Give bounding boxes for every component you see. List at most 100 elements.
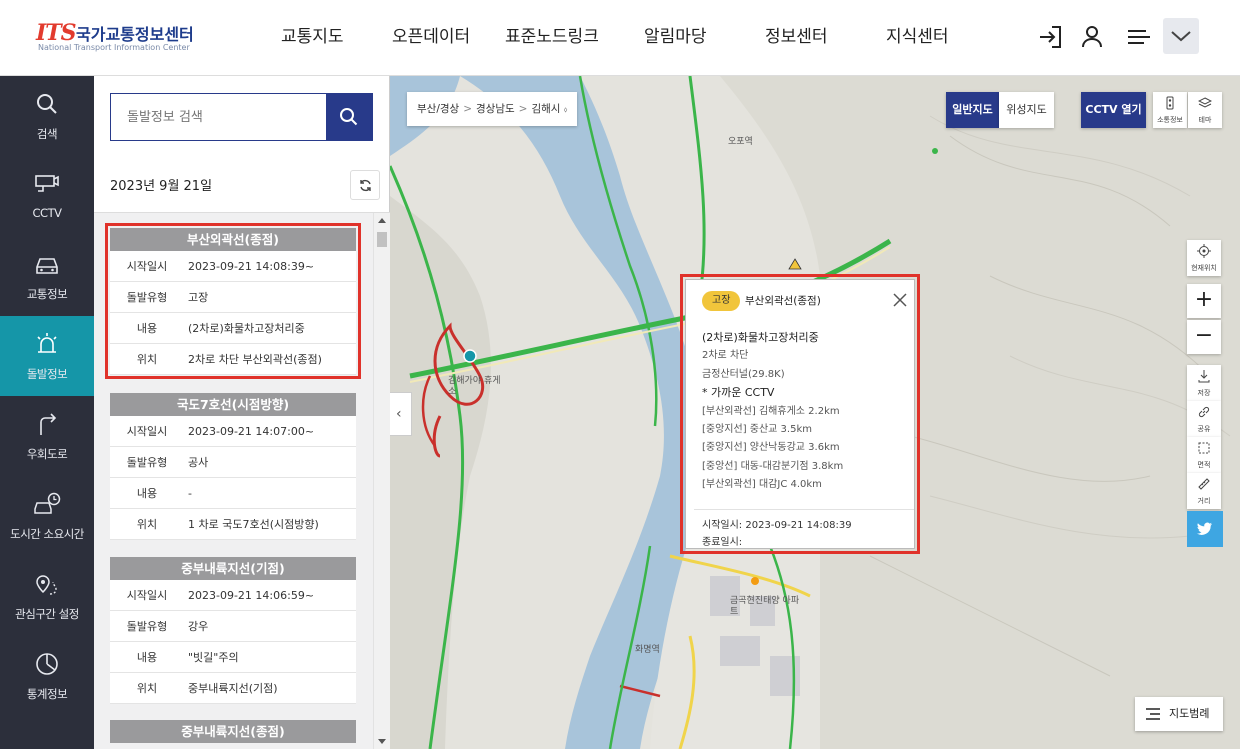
car-icon [36, 258, 58, 274]
row-value: (2차로)화물차고장처리중 [188, 322, 305, 335]
search-icon [37, 94, 57, 114]
row-key: 시작일시 [126, 260, 168, 273]
sidebar-item-label: 돌발정보 [26, 367, 68, 381]
map-type-normal-button[interactable]: 일반지도 [946, 92, 999, 128]
incident-card[interactable]: 국도7호선(시점방향) 시작일시 2023-09-21 14:07:00~ 돌발유… [110, 393, 356, 540]
nav-info-center[interactable]: 정보센터 [765, 22, 828, 47]
search-button[interactable] [326, 93, 373, 141]
traffic-flow-button[interactable]: 소통정보 [1153, 92, 1187, 128]
row-key: 시작일시 [126, 425, 168, 438]
detour-icon [40, 413, 57, 435]
chevron-down-icon[interactable] [1163, 18, 1199, 54]
row-key: 내용 [136, 651, 158, 664]
map-label-station: 화명역 [635, 645, 660, 655]
sidebar-item-incident[interactable]: 돌발정보 [0, 316, 94, 396]
row-value: 2차로 차단 부산외곽선(종점) [188, 353, 322, 366]
cctv-open-button[interactable]: CCTV 열기 [1081, 92, 1146, 128]
siren-icon [37, 333, 57, 353]
scroll-down-arrow[interactable] [378, 739, 386, 744]
map-legend-button[interactable]: 지도범례 [1135, 697, 1223, 731]
row-value: 2023-09-21 14:06:59~ [188, 589, 315, 602]
scrollbar[interactable] [373, 213, 390, 749]
incident-search-input[interactable] [110, 93, 327, 141]
nearby-cctv-link[interactable]: [부산외곽선] 김해휴게소 2.2km [702, 403, 902, 421]
tool-label: 공유 [1197, 425, 1211, 433]
start-time-value: 2023-09-21 14:08:39 [745, 520, 852, 531]
share-button[interactable]: 공유 [1187, 401, 1221, 437]
twitter-icon [1197, 522, 1212, 535]
distance-measure-button[interactable]: 거리 [1187, 473, 1221, 509]
breadcrumb-city[interactable]: 김해시 [531, 103, 560, 115]
menu-icon[interactable] [1122, 20, 1156, 54]
nearby-cctv-link[interactable]: [중앙선] 대동-대감분기점 3.8km [702, 458, 902, 476]
incident-card-row: 시작일시 2023-09-21 14:07:00~ [110, 416, 356, 447]
map-type-satellite-button[interactable]: 위성지도 [999, 92, 1054, 128]
sidebar-item-search[interactable]: 검색 [0, 76, 94, 156]
sidebar-item-label: CCTV [32, 206, 62, 220]
row-value: 2023-09-21 14:07:00~ [188, 425, 315, 438]
refresh-button[interactable] [350, 170, 380, 200]
car-clock-icon [34, 492, 61, 514]
incident-list: 부산외곽선(종점) 시작일시 2023-09-21 14:08:39~ 돌발유형 고… [94, 213, 390, 749]
incident-card-row: 돌발유형 강우 [110, 611, 356, 642]
nav-traffic-map[interactable]: 교통지도 [281, 22, 344, 47]
nav-notice[interactable]: 알림마당 [644, 22, 707, 47]
incident-card[interactable]: 중부내륙지선(종점) [110, 720, 356, 743]
incident-popup: 고장 부산외곽선(종점) (2차로)화물차고장처리중 2차로 차단 금정산터널(… [685, 279, 915, 549]
theme-button[interactable]: 테마 [1188, 92, 1222, 128]
user-icon[interactable] [1075, 20, 1109, 54]
tool-label: 면적 [1197, 461, 1211, 469]
incident-type-badge: 고장 [702, 291, 741, 311]
incident-date: 2023년 9월 21일 [110, 179, 213, 194]
popup-body: (2차로)화물차고장처리중 2차로 차단 금정산터널(29.8K) * 가까운 … [702, 329, 902, 495]
incident-card-title: 부산외곽선(종점) [110, 228, 356, 251]
close-icon[interactable] [891, 291, 909, 309]
nearby-cctv-link[interactable]: [부산외곽선] 대감JC 4.0km [702, 476, 902, 494]
traffic-light-icon [1166, 96, 1174, 110]
map-label-apartment: 금곡현진태양 아파트 [730, 596, 800, 617]
nav-open-data[interactable]: 오픈데이터 [392, 22, 470, 47]
incident-card[interactable]: 부산외곽선(종점) 시작일시 2023-09-21 14:08:39~ 돌발유형 고… [110, 228, 356, 375]
row-key: 내용 [136, 487, 158, 500]
nav-knowledge-center[interactable]: 지식센터 [886, 22, 949, 47]
incident-card[interactable]: 중부내륙지선(기점) 시작일시 2023-09-21 14:06:59~ 돌발유형… [110, 557, 356, 704]
end-time-label: 종료일시: [702, 537, 743, 548]
scroll-up-arrow[interactable] [378, 218, 386, 223]
row-value: "빗길"주의 [188, 651, 239, 664]
tool-label: 테마 [1198, 116, 1212, 124]
current-location-button[interactable]: 현재위치 [1187, 240, 1221, 276]
twitter-share-button[interactable] [1187, 511, 1223, 547]
login-icon[interactable] [1034, 20, 1068, 54]
breadcrumb-separator: > [463, 103, 472, 115]
breadcrumb-region[interactable]: 부산/경상 [417, 103, 459, 115]
sidebar-item-statistics[interactable]: 통계정보 [0, 636, 94, 716]
map-label-station: 오포역 [728, 137, 753, 147]
save-button[interactable]: 저장 [1187, 365, 1221, 401]
nearby-cctv-link[interactable]: [중앙지선] 양산낙동강교 3.6km [702, 439, 902, 457]
area-measure-button[interactable]: 면적 [1187, 437, 1221, 473]
zoom-out-button[interactable]: − [1187, 320, 1221, 354]
row-key: 위치 [136, 682, 158, 695]
nav-standard-node-link[interactable]: 표준노드링크 [505, 22, 599, 47]
row-value: 강우 [188, 620, 209, 633]
logo[interactable]: ITS 국가교통정보센터 National Transport Informat… [36, 18, 206, 58]
incident-card-row: 시작일시 2023-09-21 14:06:59~ [110, 580, 356, 611]
traffic-map[interactable]: 오포역 김해가야 휴게소 금곡현진태양 아파트 화명역 ‹ 부산/경상 > 경상남도… [390, 76, 1240, 749]
breadcrumb-province[interactable]: 경상남도 [476, 103, 515, 115]
top-header: ITS 국가교통정보센터 National Transport Informat… [0, 0, 1240, 76]
scroll-thumb[interactable] [377, 232, 387, 247]
zoom-in-button[interactable]: + [1187, 284, 1221, 318]
sidebar-item-travel-time[interactable]: 도시간 소요시간 [0, 476, 94, 556]
sidebar-item-detour[interactable]: 우회도로 [0, 396, 94, 476]
sidebar-item-interest-route[interactable]: 관심구간 설정 [0, 556, 94, 636]
panel-collapse-button[interactable]: ‹ [390, 392, 412, 436]
row-key: 돌발유형 [126, 620, 168, 633]
sidebar-item-cctv[interactable]: CCTV [0, 156, 94, 236]
row-value: 중부내륙지선(기점) [188, 682, 278, 695]
row-value: - [188, 487, 192, 500]
layers-icon [1198, 97, 1212, 108]
sidebar-item-label: 관심구간 설정 [15, 607, 79, 621]
sidebar-item-traffic[interactable]: 교통정보 [0, 236, 94, 316]
nearby-cctv-link[interactable]: [중앙지선] 중산교 3.5km [702, 421, 902, 439]
incident-card-row: 돌발유형 고장 [110, 282, 356, 313]
